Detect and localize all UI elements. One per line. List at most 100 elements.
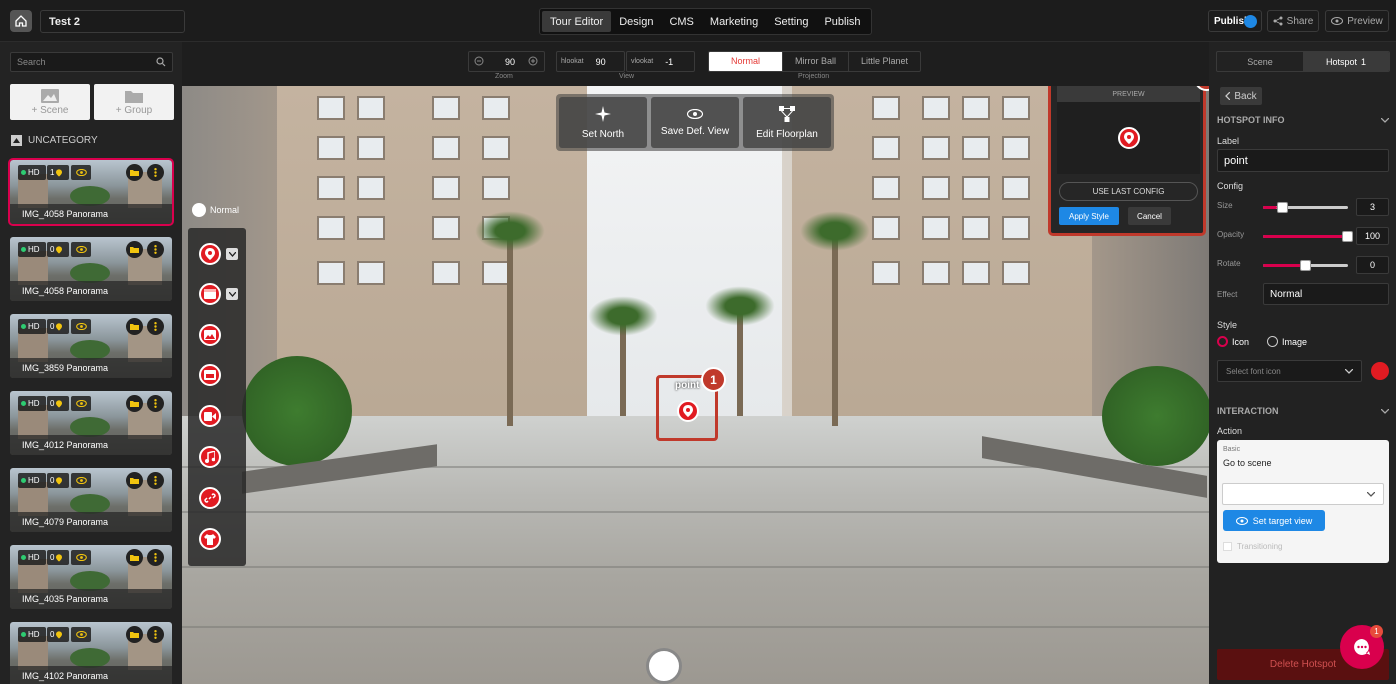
folder-icon[interactable] — [126, 472, 143, 489]
category-header[interactable]: UNCATEGORY — [11, 135, 98, 146]
add-image-hotspot-button[interactable] — [199, 364, 221, 386]
mode-switch[interactable]: Normal — [192, 203, 239, 217]
add-group-button[interactable]: + Group — [94, 84, 174, 120]
save-default-view-button[interactable]: Save Def. View — [651, 97, 739, 148]
chevron-down-icon[interactable] — [226, 248, 238, 260]
building-window — [872, 136, 900, 160]
add-audio-hotspot-button[interactable] — [199, 446, 221, 468]
slider-thumb[interactable] — [1342, 231, 1353, 242]
add-point-hotspot-button[interactable] — [199, 243, 221, 265]
zoom-in-icon[interactable] — [528, 56, 538, 68]
transition-option[interactable]: Transitioning — [1223, 542, 1283, 551]
font-icon-select[interactable]: Select font icon — [1217, 360, 1362, 382]
map-pin-icon[interactable] — [677, 400, 699, 422]
projection-mirror-ball[interactable]: Mirror Ball — [783, 52, 850, 71]
scene-card[interactable]: HD 0 IMG_4102 Panorama — [10, 622, 172, 684]
hd-label: HD — [28, 476, 40, 485]
icon-color-picker[interactable] — [1371, 362, 1389, 380]
projection-little-planet[interactable]: Little Planet — [849, 52, 920, 71]
label-input[interactable]: point — [1217, 149, 1389, 172]
folder-icon[interactable] — [126, 318, 143, 335]
set-north-button[interactable]: Set North — [559, 97, 647, 148]
more-icon[interactable] — [147, 549, 164, 566]
edit-floorplan-button[interactable]: Edit Floorplan — [743, 97, 831, 148]
eye-icon[interactable] — [71, 396, 91, 411]
style-image-radio[interactable] — [1267, 336, 1279, 347]
eye-icon[interactable] — [71, 550, 91, 565]
projection-normal[interactable]: Normal — [709, 52, 784, 71]
eye-icon[interactable] — [71, 165, 91, 180]
eye-icon[interactable] — [71, 242, 91, 257]
effect-select[interactable]: Normal — [1263, 283, 1389, 305]
more-icon[interactable] — [147, 472, 164, 489]
hotspot-count: 0 — [50, 322, 55, 331]
hotspot-info-header[interactable]: HOTSPOT INFO — [1217, 115, 1389, 125]
tab-setting[interactable]: Setting — [766, 11, 816, 32]
style-icon-radio[interactable] — [1217, 336, 1228, 347]
action-type-select[interactable]: Go to scene — [1223, 458, 1272, 468]
tab-publish[interactable]: Publish — [816, 11, 868, 32]
tab-scene[interactable]: Scene — [1217, 52, 1303, 71]
opacity-slider[interactable] — [1263, 231, 1353, 242]
eye-icon[interactable] — [71, 473, 91, 488]
folder-icon[interactable] — [126, 626, 143, 643]
publish-toggle[interactable]: Publish — [1208, 10, 1262, 32]
zoom-out-icon[interactable] — [474, 56, 484, 68]
rotate-slider[interactable] — [1263, 260, 1348, 271]
more-icon[interactable] — [147, 318, 164, 335]
add-panel-hotspot-button[interactable] — [199, 283, 221, 305]
more-icon[interactable] — [147, 395, 164, 412]
more-icon[interactable] — [147, 626, 164, 643]
scene-card[interactable]: HD 0 IMG_4079 Panorama — [10, 468, 172, 532]
tour-name-input[interactable]: Test 2 — [40, 10, 185, 33]
vlookat-control[interactable]: vlookat -1 — [626, 51, 695, 72]
tab-marketing[interactable]: Marketing — [702, 11, 766, 32]
slider-thumb[interactable] — [1277, 202, 1288, 213]
set-target-view-button[interactable]: Set target view — [1223, 510, 1325, 531]
back-button[interactable]: Back — [1220, 87, 1262, 105]
chevron-down-icon[interactable] — [226, 288, 238, 300]
tab-hotspot[interactable]: Hotspot 1 — [1303, 52, 1389, 71]
tab-design[interactable]: Design — [611, 11, 661, 32]
add-gallery-hotspot-button[interactable] — [199, 324, 221, 346]
apply-style-button[interactable]: Apply Style — [1059, 207, 1119, 225]
share-button[interactable]: Share — [1267, 10, 1319, 32]
folder-icon[interactable] — [126, 241, 143, 258]
search-input[interactable]: Search — [10, 52, 173, 72]
scene-card[interactable]: HD 0 IMG_4012 Panorama — [10, 391, 172, 455]
rotate-value-input[interactable]: 0 — [1356, 256, 1389, 274]
add-product-hotspot-button[interactable] — [199, 528, 221, 550]
more-icon[interactable] — [147, 241, 164, 258]
home-button[interactable] — [10, 10, 32, 32]
interaction-header[interactable]: INTERACTION — [1217, 406, 1389, 416]
use-last-config-button[interactable]: USE LAST CONFIG — [1059, 182, 1198, 201]
add-link-hotspot-button[interactable] — [199, 487, 221, 509]
hd-label: HD — [28, 553, 40, 562]
add-video-hotspot-button[interactable] — [199, 405, 221, 427]
tab-cms[interactable]: CMS — [661, 11, 701, 32]
add-scene-button[interactable]: + Scene — [10, 84, 90, 120]
eye-icon[interactable] — [71, 319, 91, 334]
hlookat-control[interactable]: hlookat 90 — [556, 51, 625, 72]
slider-thumb[interactable] — [1300, 260, 1311, 271]
panorama-viewer[interactable]: Set North Save Def. View Edit Floorplan … — [182, 86, 1209, 684]
more-icon[interactable] — [147, 164, 164, 181]
folder-icon[interactable] — [126, 549, 143, 566]
scene-card[interactable]: HD 0 IMG_4058 Panorama — [10, 237, 172, 301]
scene-card[interactable]: HD 0 IMG_3859 Panorama — [10, 314, 172, 378]
compass-icon[interactable] — [646, 648, 682, 684]
eye-icon[interactable] — [71, 627, 91, 642]
folder-icon[interactable] — [126, 164, 143, 181]
tab-tour-editor[interactable]: Tour Editor — [542, 11, 612, 32]
transition-checkbox[interactable] — [1223, 542, 1232, 551]
folder-icon[interactable] — [126, 395, 143, 412]
preview-button[interactable]: Preview — [1325, 10, 1389, 32]
size-slider[interactable] — [1263, 202, 1348, 213]
scene-card[interactable]: HD 0 IMG_4035 Panorama — [10, 545, 172, 609]
cancel-button[interactable]: Cancel — [1128, 207, 1171, 225]
zoom-value[interactable]: 90 — [500, 57, 520, 67]
opacity-value-input[interactable]: 100 — [1356, 227, 1389, 245]
scene-card[interactable]: HD 1 IMG_4058 Panorama — [8, 158, 174, 226]
size-value-input[interactable]: 3 — [1356, 198, 1389, 216]
target-scene-select[interactable] — [1222, 483, 1384, 505]
